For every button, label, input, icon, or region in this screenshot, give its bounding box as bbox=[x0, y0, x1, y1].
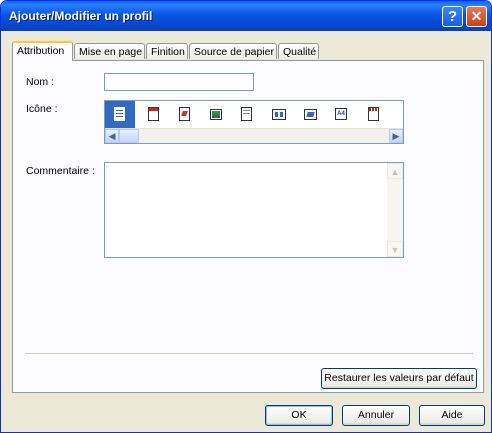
commentaire-label: Commentaire : bbox=[26, 165, 95, 177]
tab-panel: Nom : Icône : A4 ◀ ▶ Commentaire: ▲ ▼ R… bbox=[12, 60, 484, 393]
nom-input[interactable] bbox=[104, 73, 254, 91]
hscroll-thumb[interactable] bbox=[119, 129, 139, 143]
document-icon[interactable] bbox=[114, 107, 125, 121]
dialog-window: Ajouter/Modifier un profil ? ✕ Attributi… bbox=[0, 0, 492, 433]
scroll-left-icon[interactable]: ◀ bbox=[105, 129, 119, 143]
document-redbar-icon[interactable] bbox=[179, 107, 190, 121]
document-a4-icon[interactable]: A4 bbox=[335, 108, 347, 120]
document-red-header-icon[interactable] bbox=[148, 107, 159, 121]
document-stack-icon[interactable] bbox=[241, 107, 252, 121]
tab-source-de-papier[interactable]: Source de papier bbox=[189, 43, 277, 59]
commentaire-textarea[interactable]: ▲ ▼ bbox=[104, 162, 404, 258]
dialog-title: Ajouter/Modifier un profil bbox=[9, 9, 153, 23]
icon-hscrollbar[interactable]: ◀ ▶ bbox=[105, 128, 403, 143]
tab-attribution[interactable]: Attribution bbox=[12, 41, 73, 61]
nom-label: Nom : bbox=[26, 76, 55, 88]
document-folded-icon[interactable] bbox=[304, 109, 317, 120]
close-button[interactable]: ✕ bbox=[466, 6, 487, 27]
comment-vscrollbar[interactable]: ▲ ▼ bbox=[387, 163, 403, 257]
document-image-icon[interactable] bbox=[210, 109, 222, 120]
document-columns-icon[interactable] bbox=[272, 109, 286, 120]
icon-strip: A4 bbox=[105, 101, 403, 129]
ok-button[interactable]: OK bbox=[265, 405, 333, 426]
separator bbox=[25, 353, 473, 355]
restore-defaults-button[interactable]: Restaurer les valeurs par défaut bbox=[321, 368, 477, 389]
cancel-button[interactable]: Annuler bbox=[342, 405, 410, 426]
help-title-button[interactable]: ? bbox=[442, 6, 463, 27]
icone-label: Icône : bbox=[26, 103, 58, 115]
scroll-down-icon[interactable]: ▼ bbox=[387, 241, 403, 257]
icon-list[interactable]: A4 ◀ ▶ bbox=[104, 100, 404, 144]
tab-finition[interactable]: Finition bbox=[146, 43, 188, 59]
scroll-right-icon[interactable]: ▶ bbox=[389, 129, 403, 143]
document-red-top-icon[interactable] bbox=[368, 107, 379, 121]
tab-qualite[interactable]: Qualité bbox=[278, 43, 319, 59]
tab-mise-en-page[interactable]: Mise en page bbox=[74, 43, 145, 59]
scroll-up-icon[interactable]: ▲ bbox=[387, 163, 403, 179]
help-button[interactable]: Aide bbox=[419, 405, 485, 426]
title-bar[interactable]: Ajouter/Modifier un profil ? ✕ bbox=[1, 1, 491, 31]
